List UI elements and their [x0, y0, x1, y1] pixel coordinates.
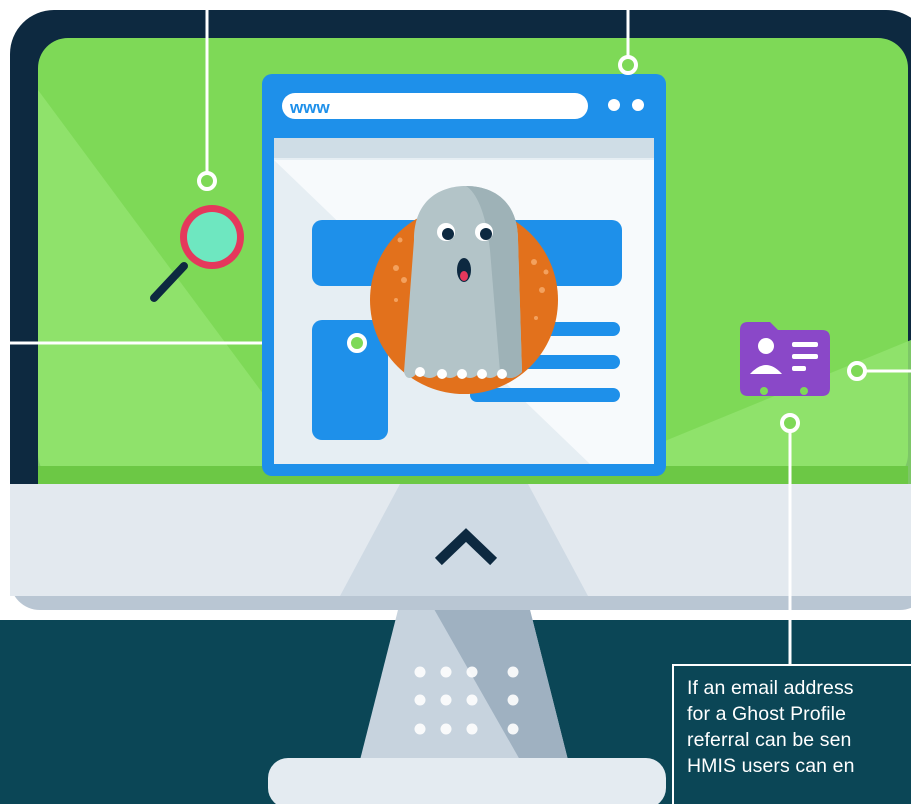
callout-line: referral can be sen — [687, 729, 852, 751]
infographic-stage: www If an email address for a Ghost Prof… — [0, 0, 911, 804]
url-label: www — [289, 98, 330, 117]
callout-pin-icon — [847, 361, 867, 381]
contact-folder-icon — [740, 322, 830, 396]
callout-line: HMIS users can en — [687, 755, 855, 777]
callout-line: If an email address — [687, 677, 854, 699]
callout-pin-icon — [780, 413, 800, 433]
callout-pin-icon — [618, 55, 638, 75]
window-dot — [632, 99, 644, 111]
callout-line: for a Ghost Profile — [687, 703, 847, 725]
callout-pin-icon — [197, 171, 217, 191]
ghost-profile-callout: If an email address for a Ghost Profile … — [672, 664, 911, 804]
callout-pin-icon — [347, 333, 367, 353]
window-dot — [608, 99, 620, 111]
